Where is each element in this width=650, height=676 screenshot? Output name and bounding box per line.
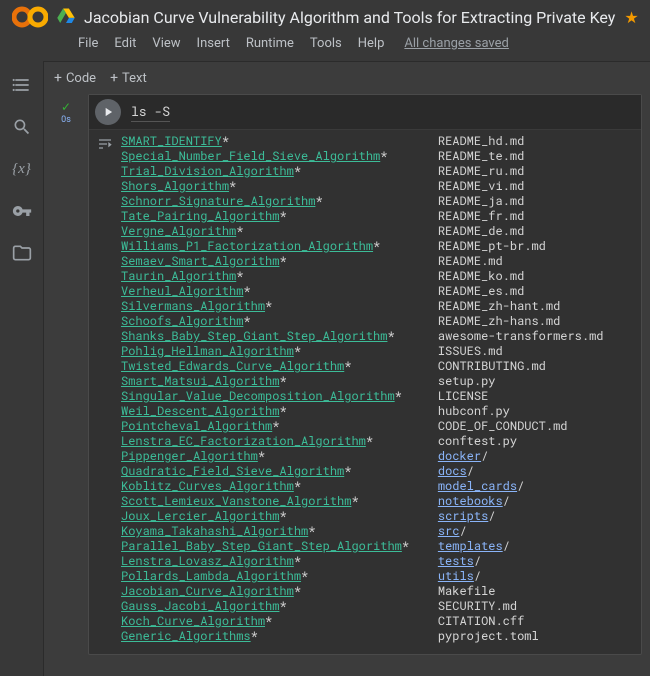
menu-tools[interactable]: Tools [302,34,350,53]
code-cell: ✓ 0s ls -S SMART_IDENTIFY* [44,94,650,655]
output-settings-icon[interactable] [97,136,113,654]
menu-edit[interactable]: Edit [106,34,144,53]
cell-gutter: ✓ 0s [44,94,88,655]
files-icon[interactable] [12,243,32,263]
variables-icon[interactable]: {x} [12,159,32,179]
check-icon: ✓ [61,100,71,114]
header: Jacobian Curve Vulnerability Algorithm a… [0,0,650,61]
add-text-button[interactable]: +Text [110,70,147,86]
menu-runtime[interactable]: Runtime [238,34,302,53]
menu-help[interactable]: Help [350,34,393,53]
menu-bar: File Edit View Insert Runtime Tools Help… [10,28,640,61]
menu-view[interactable]: View [144,34,188,53]
cell-toolbar: +Code +Text [44,62,650,94]
left-sidebar: {x} [0,61,44,676]
menu-file[interactable]: File [70,34,106,53]
exec-time: 0s [61,115,71,125]
notebook-main: +Code +Text ✓ 0s ls -S [44,61,650,676]
star-icon[interactable]: ★ [624,8,638,27]
secrets-icon[interactable] [12,201,32,221]
cell-output: SMART_IDENTIFY* README_hd.md Special_Num… [121,130,641,654]
save-status[interactable]: All changes saved [396,34,517,53]
colab-logo[interactable] [10,6,48,28]
add-code-button[interactable]: +Code [54,70,96,86]
drive-icon [57,7,75,27]
code-input[interactable]: ls -S [131,102,170,122]
add-text-label: Text [122,71,147,86]
add-code-label: Code [66,71,96,86]
search-icon[interactable] [12,117,32,137]
document-title[interactable]: Jacobian Curve Vulnerability Algorithm a… [84,8,615,27]
run-button[interactable] [95,99,121,125]
toc-icon[interactable] [12,75,32,95]
menu-insert[interactable]: Insert [189,34,238,53]
code-input-row[interactable]: ls -S [89,95,641,130]
